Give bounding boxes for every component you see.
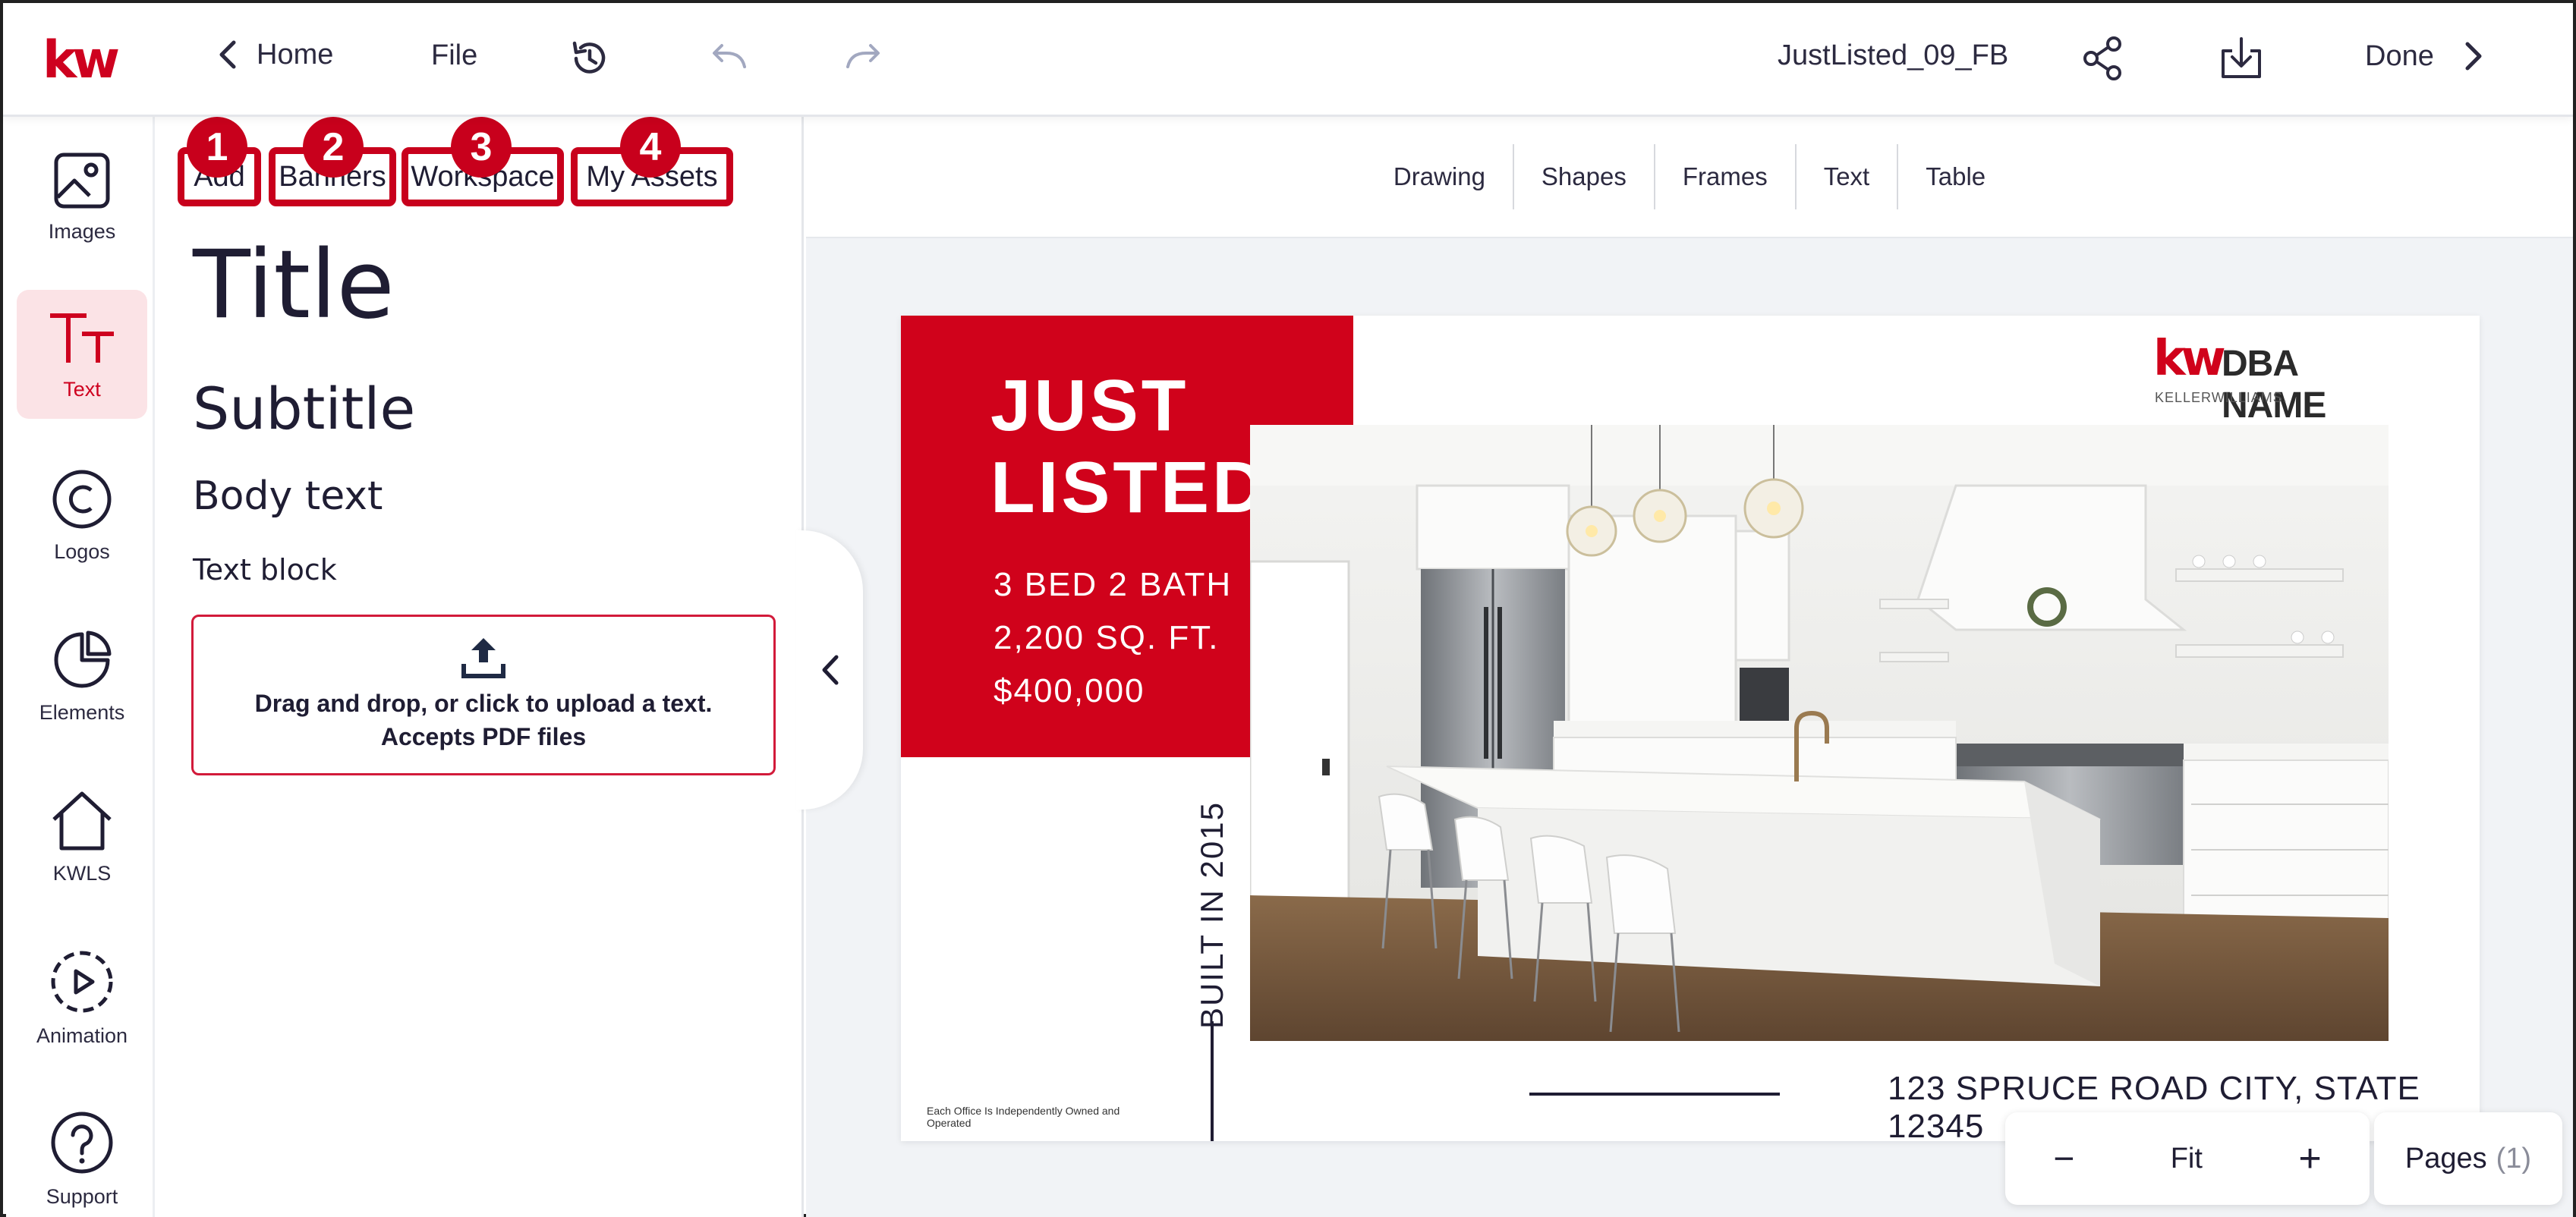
help-icon [51,1112,113,1173]
built-year-label[interactable]: BUILT IN 2015 [1189,801,1235,1029]
history-icon [572,41,606,74]
subtitle-text-sample[interactable]: Subtitle [193,375,415,442]
zoom-fit-button[interactable]: Fit [2171,1143,2203,1175]
rail-item-text[interactable]: Text [17,290,147,419]
share-icon [2083,36,2121,80]
rail-label: Elements [39,700,125,724]
built-year-text: BUILT IN 2015 [1194,801,1230,1029]
rail-item-kwls[interactable]: KWLS [17,772,147,901]
done-button[interactable]: Done [2365,39,2484,73]
rail-item-images[interactable]: Images [17,132,147,261]
back-chevron-icon [219,40,236,69]
rail-label: KWLS [52,861,112,885]
undo-icon [713,44,746,68]
zoom-out-button[interactable]: − [2053,1138,2074,1180]
house-icon [52,791,112,850]
design-canvas[interactable]: JUST LISTED 3 BED 2 BATH 2,200 SQ. FT. $… [901,316,2480,1141]
upload-dropzone[interactable]: Drag and drop, or click to upload a text… [191,615,776,775]
pie-icon [54,631,112,687]
text-block-sample[interactable]: Text block [193,553,337,586]
download-button[interactable] [2215,32,2268,85]
step-badge-2: 2 [303,117,364,178]
step-badge-3: 3 [451,117,512,178]
image-icon [54,153,110,208]
tool-drawing[interactable]: Drawing [1366,144,1514,209]
file-menu[interactable]: File [431,39,477,72]
left-rail: Images Text Logos Elements KWLS Animatio… [6,117,155,1217]
pages-button[interactable]: Pages (1) [2374,1112,2562,1205]
headline[interactable]: JUST LISTED [990,365,1268,529]
rail-label: Animation [36,1024,128,1047]
pages-count: (1) [2496,1142,2532,1175]
headline-line-1: JUST [990,365,1189,446]
home-link[interactable]: Home [213,38,333,71]
kitchen-illustration [1250,425,2389,1041]
kw-logo[interactable]: kw [43,30,120,90]
brand-name: DBA NAME [2222,344,2326,426]
upload-instructions: Drag and drop, or click to upload a text… [254,690,713,750]
step-badge-4: 4 [620,117,681,178]
fine-print[interactable]: Each Office Is Independently Owned and O… [927,1105,1124,1129]
zoom-controls: − Fit + [2005,1112,2370,1205]
play-icon [51,951,113,1012]
share-button[interactable] [2077,32,2130,85]
text-panel: Add 1 Banners 2 Workspace 3 My Assets 4 … [155,117,804,1217]
done-label: Done [2365,39,2434,72]
tool-text[interactable]: Text [1797,144,1899,209]
file-name[interactable]: JustListed_09_FB [1778,39,2008,72]
listing-specs[interactable]: 3 BED 2 BATH 2,200 SQ. FT. $400,000 [994,558,1232,718]
tool-shapes[interactable]: Shapes [1514,144,1655,209]
rail-label: Text [63,377,101,401]
history-button[interactable] [563,32,616,85]
tool-table[interactable]: Table [1898,144,2013,209]
download-icon [2222,37,2261,78]
rail-label: Images [48,219,116,243]
design-toolbar: Drawing Shapes Frames Text Table [806,117,2573,238]
redo-icon [846,44,880,68]
collapse-chevron-icon [822,655,839,685]
home-label: Home [257,38,334,71]
top-bar: kw Home File JustListed_09_FB Done [3,3,2573,117]
kitchen-photo[interactable] [1250,425,2389,1041]
step-badge-1: 1 [187,117,247,178]
spec-beds: 3 BED 2 BATH [994,566,1233,603]
pages-label: Pages [2404,1142,2487,1175]
headline-line-2: LISTED [990,447,1268,528]
body-text-sample[interactable]: Body text [193,473,383,519]
text-icon [50,313,114,363]
rail-label: Support [46,1184,118,1208]
app-frame: kw Home File JustListed_09_FB Done Image… [0,0,2576,1217]
copyright-icon [52,470,112,528]
rail-item-logos[interactable]: Logos [17,451,147,580]
rail-item-animation[interactable]: Animation [17,933,147,1062]
zoom-in-button[interactable]: + [2298,1136,2321,1181]
spec-sqft: 2,200 SQ. FT. [994,619,1220,656]
vertical-divider [1211,1021,1214,1141]
redo-button[interactable] [838,32,891,85]
tool-frames[interactable]: Frames [1655,144,1797,209]
spec-price: $400,000 [994,672,1145,709]
brand-sub: KELLERWILLIAMS. [2155,390,2288,405]
rail-label: Logos [54,539,110,563]
undo-button[interactable] [701,32,754,85]
brand-logo[interactable]: kw DBA NAME KELLERWILLIAMS. [2153,331,2404,426]
horizontal-divider [1529,1093,1780,1096]
forward-chevron-icon [2465,42,2482,71]
title-text-sample[interactable]: Title [193,231,395,340]
upload-icon [461,638,505,678]
rail-item-elements[interactable]: Elements [17,612,147,741]
collapse-panel-button[interactable] [796,530,863,810]
brand-kw-mark: kw [2153,331,2226,387]
rail-item-support[interactable]: Support [17,1094,147,1217]
